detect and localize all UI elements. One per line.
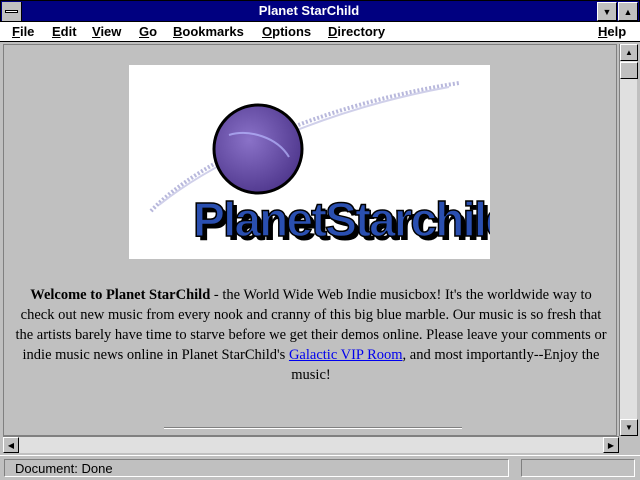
minimize-icon: ▼ bbox=[602, 6, 612, 17]
menu-bookmarks[interactable]: Bookmarks bbox=[173, 23, 244, 40]
welcome-paragraph: Welcome to Planet StarChild - the World … bbox=[12, 285, 610, 385]
menu-go-key: G bbox=[139, 24, 150, 39]
horizontal-rule bbox=[164, 427, 462, 429]
system-menu-icon bbox=[5, 10, 18, 13]
menu-options[interactable]: Options bbox=[262, 23, 311, 40]
vertical-scroll-thumb[interactable] bbox=[620, 62, 638, 79]
scroll-up-button[interactable]: ▲ bbox=[620, 44, 638, 61]
vertical-scrollbar[interactable]: ▲ ▼ bbox=[619, 44, 638, 436]
arrow-up-icon: ▲ bbox=[625, 48, 633, 57]
menu-file-label: ile bbox=[19, 24, 35, 39]
document-view[interactable]: PlanetStarchild PlanetStarchild Welcome … bbox=[3, 44, 617, 436]
menu-bookmarks-key: B bbox=[173, 24, 183, 39]
menu-bookmarks-label: ookmarks bbox=[182, 24, 244, 39]
menu-edit[interactable]: Edit bbox=[52, 23, 77, 40]
menu-options-key: O bbox=[262, 24, 273, 39]
maximize-icon: ▲ bbox=[623, 6, 633, 17]
menu-directory[interactable]: Directory bbox=[328, 23, 385, 40]
menu-help-key: H bbox=[598, 24, 608, 39]
menu-file-key: F bbox=[12, 24, 20, 39]
scroll-left-button[interactable]: ◀ bbox=[3, 437, 19, 453]
planet-starchild-logo: PlanetStarchild PlanetStarchild bbox=[129, 65, 518, 259]
menu-edit-label: dit bbox=[60, 24, 77, 39]
logo-graphic: PlanetStarchild PlanetStarchild bbox=[149, 81, 518, 251]
galactic-vip-room-link[interactable]: Galactic VIP Room bbox=[289, 347, 403, 363]
welcome-heading: Welcome to Planet StarChild bbox=[30, 287, 211, 303]
maximize-button[interactable]: ▲ bbox=[618, 2, 638, 21]
menu-options-label: ptions bbox=[272, 24, 312, 39]
menu-view[interactable]: View bbox=[92, 23, 121, 40]
menu-help[interactable]: Help bbox=[598, 23, 626, 40]
status-bar: Document: Done bbox=[0, 455, 640, 480]
minimize-button[interactable]: ▼ bbox=[597, 2, 617, 21]
logo-text: PlanetStarchild bbox=[193, 194, 490, 247]
title-bar[interactable]: Planet StarChild ▼ ▲ bbox=[0, 0, 640, 22]
menu-edit-key: E bbox=[52, 24, 61, 39]
system-menu-button[interactable] bbox=[2, 2, 22, 21]
scroll-down-button[interactable]: ▼ bbox=[620, 419, 638, 436]
orbit-ring bbox=[149, 81, 460, 213]
menu-bar: File Edit View Go Bookmarks Options Dire… bbox=[0, 22, 640, 42]
menu-directory-key: D bbox=[328, 24, 338, 39]
orbit-ring-inner bbox=[158, 86, 450, 206]
menu-file[interactable]: File bbox=[12, 23, 34, 40]
scroll-right-button[interactable]: ▶ bbox=[603, 437, 619, 453]
window-title: Planet StarChild bbox=[258, 3, 360, 18]
menu-directory-label: irectory bbox=[337, 24, 386, 39]
menu-go[interactable]: Go bbox=[139, 23, 157, 40]
menu-go-label: o bbox=[149, 24, 158, 39]
planet-icon bbox=[212, 103, 304, 195]
arrow-left-icon: ◀ bbox=[7, 440, 15, 450]
horizontal-scrollbar[interactable]: ◀ ▶ bbox=[3, 436, 619, 453]
arrow-right-icon: ▶ bbox=[607, 440, 615, 450]
progress-indicator bbox=[521, 459, 635, 477]
arrow-down-icon: ▼ bbox=[625, 423, 633, 432]
menu-help-label: elp bbox=[607, 24, 627, 39]
menu-view-label: iew bbox=[100, 24, 122, 39]
status-text: Document: Done bbox=[4, 459, 509, 477]
